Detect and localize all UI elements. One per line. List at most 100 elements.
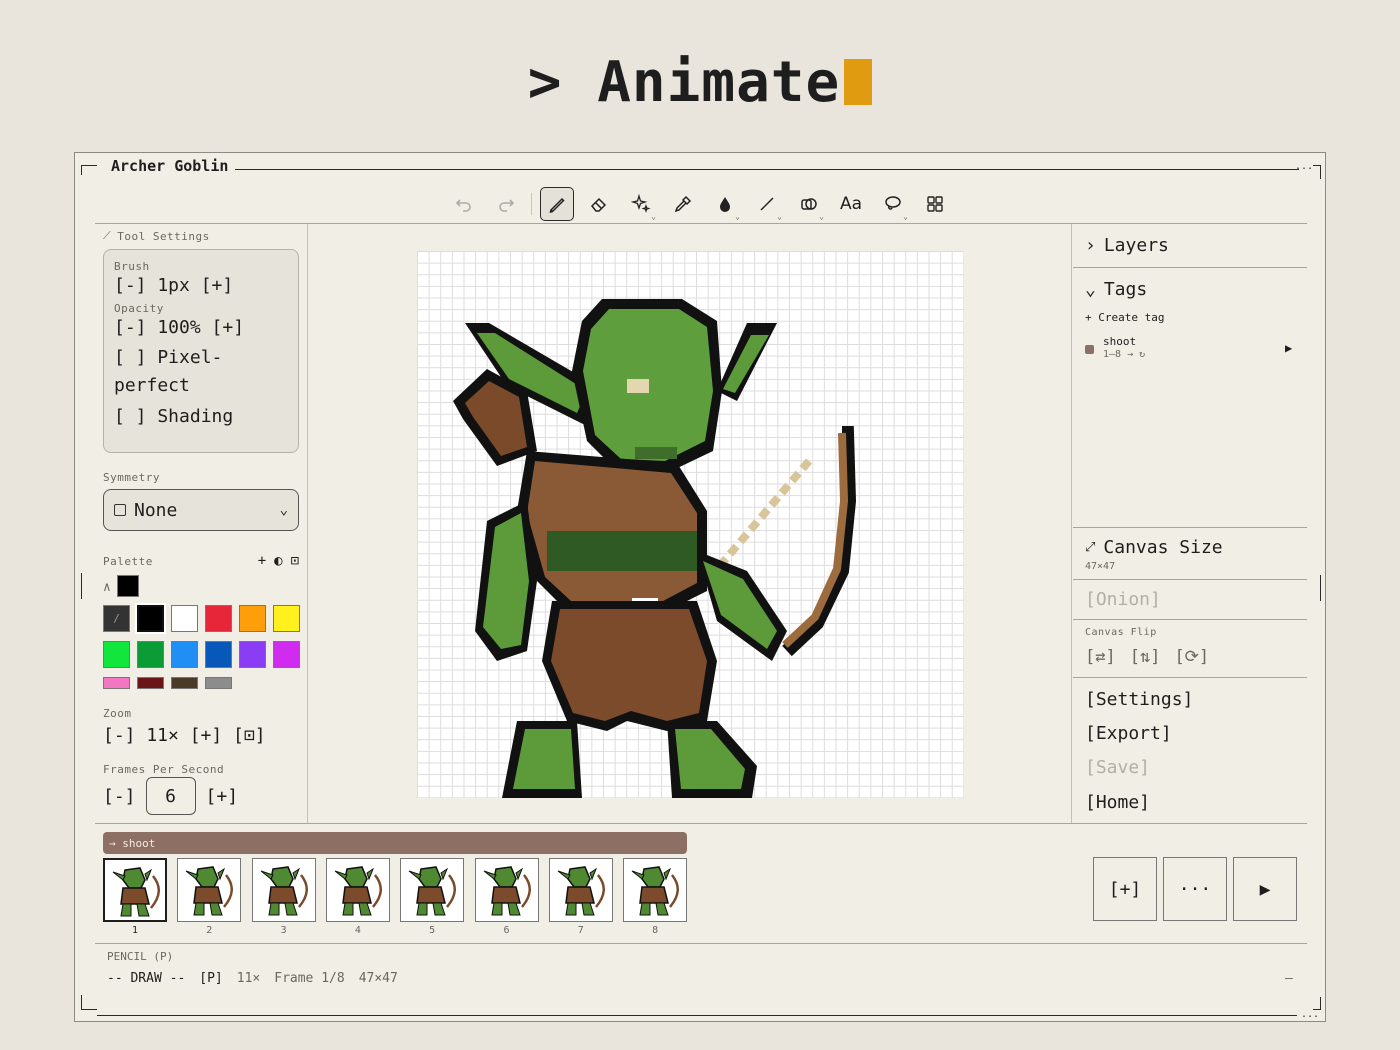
opacity-stepper[interactable]: [-] 100% [+] [114,317,288,338]
add-frame-button[interactable]: [+] [1093,857,1157,921]
pixel-perfect-checkbox[interactable]: [ ] Pixel-perfect [114,344,264,400]
fill-tool-button[interactable]: ⌄ [708,187,742,221]
add-color-icon[interactable]: + [258,553,266,569]
zoom-label: Zoom [103,707,132,720]
shape-tool-button[interactable]: ⌄ [792,187,826,221]
shortcut-indicator: [P] [199,971,223,986]
shapes-icon [801,198,817,210]
size-indicator: 47×47 [358,971,398,986]
symmetry-select[interactable]: None ⌄ [103,489,299,531]
text-tool-button[interactable]: Aa [834,187,868,221]
tags-section-toggle[interactable]: ⌄ Tags [1085,279,1147,300]
undo-icon [455,199,471,212]
palette-swatch[interactable] [273,605,300,632]
palette-swatch[interactable] [137,641,164,668]
frame-thumbnail[interactable] [251,858,316,922]
line-tool-button[interactable]: ⌄ [750,187,784,221]
palette-swatch[interactable] [205,641,232,668]
fps-increase-button[interactable]: [+] [206,786,239,807]
hero-title-text: Animate [597,50,841,115]
palette-swatch[interactable] [239,641,266,668]
palette-swatch[interactable] [273,641,300,668]
fps-decrease-button[interactable]: [-] [103,786,136,807]
cursor-caret [844,59,873,105]
status-end-marker: – [1285,971,1293,986]
layers-section-toggle[interactable]: › Layers [1085,235,1169,256]
tag-color-dot [1085,345,1094,354]
undo-button[interactable] [447,187,481,221]
right-panel-border [1071,224,1072,824]
frame-number: 6 [503,925,510,936]
goblin-thumbnail [260,866,308,916]
frame-thumbnail[interactable] [474,858,539,922]
brush-size-stepper[interactable]: [-] 1px [+] [114,275,288,296]
settings-button[interactable]: [Settings] [1085,689,1193,710]
divider [1073,677,1307,678]
more-options-button[interactable]: ··· [1163,857,1227,921]
frame-number: 5 [429,925,436,936]
import-palette-icon[interactable]: ⊡ [291,553,299,569]
flip-horizontal-button[interactable]: [⇄] [1085,647,1116,667]
chevron-down-icon: ⌄ [903,212,908,221]
home-button[interactable]: [Home] [1085,792,1150,813]
canvas-size-button[interactable]: ⤢ Canvas Size [1085,537,1223,558]
create-tag-button[interactable]: + Create tag [1085,311,1164,324]
eyedropper-tool-button[interactable] [666,187,700,221]
redo-button[interactable] [489,187,523,221]
goblin-archer-sprite [453,299,857,798]
frame-number: 1 [131,925,139,936]
tool-settings-header: ⟋ Tool Settings [103,229,210,243]
layers-label: Layers [1103,235,1169,256]
export-button[interactable]: [Export] [1085,723,1172,744]
palette-swatch[interactable] [205,677,232,689]
lasso-tool-button[interactable]: ⌄ [876,187,910,221]
play-icon: ▶ [1259,878,1271,900]
play-button[interactable]: ▶ [1233,857,1297,921]
palette-swatch[interactable] [171,605,198,632]
palette-swatch[interactable] [239,605,266,632]
save-button[interactable]: [Save] [1085,757,1150,778]
drawing-canvas[interactable] [417,251,964,798]
palette-swatch[interactable] [103,641,130,668]
fps-input[interactable]: 6 [145,777,196,815]
current-color-marker-icon: ∧ [103,580,112,595]
toolbar-divider [531,193,532,215]
contrast-icon[interactable]: ◐ [274,553,282,569]
frame-thumbnail[interactable] [400,858,465,922]
chevron-down-icon: ⌄ [777,212,782,221]
frame-thumbnail[interactable] [177,858,242,922]
timeline-tag-bar[interactable]: → shoot [103,832,687,854]
frame-thumbnail[interactable] [325,858,390,922]
flip-vertical-button[interactable]: [⇅] [1130,647,1161,667]
chevron-right-icon: › [1085,235,1096,256]
shading-checkbox[interactable]: [ ] Shading [114,406,288,427]
palette-swatch[interactable] [137,677,164,689]
zoom-indicator: 11× [236,971,261,986]
current-color-swatch[interactable] [117,575,139,597]
onion-skin-toggle[interactable]: [Onion] [1085,589,1161,610]
play-tag-icon[interactable]: ▶ [1285,341,1292,355]
frame-thumbnail[interactable] [548,858,613,922]
divider [1073,527,1307,528]
pencil-tool-button[interactable] [540,187,574,221]
text-tool-label: Aa [839,194,863,214]
palette-swatch[interactable] [103,677,130,689]
palette-swatch[interactable] [171,677,198,689]
magic-wand-tool-button[interactable]: ⌄ [624,187,658,221]
tag-name[interactable]: shoot [1103,335,1136,348]
zoom-stepper[interactable]: [-] 11× [+] [⊡] [103,725,266,746]
palette-swatch[interactable] [205,605,232,632]
fps-label: Frames Per Second [103,763,225,776]
palette-swatch[interactable] [135,603,166,634]
square-icon [114,504,126,516]
frame-thumbnail[interactable] [623,858,688,922]
chevron-down-icon: ⌄ [735,212,740,221]
eraser-tool-button[interactable] [582,187,616,221]
palette-swatch[interactable] [171,641,198,668]
grid-tool-button[interactable] [918,187,952,221]
status-divider-line [95,943,1307,944]
frame-number: 2 [206,925,213,936]
palette-swatch[interactable]: / [103,605,130,632]
frame-thumbnail[interactable] [103,858,167,922]
rotate-button[interactable]: [⟳] [1174,647,1209,667]
